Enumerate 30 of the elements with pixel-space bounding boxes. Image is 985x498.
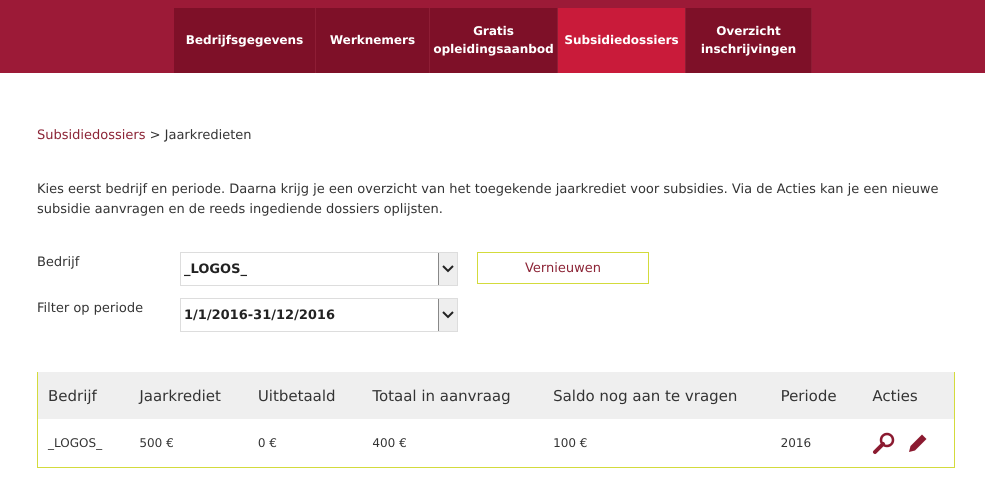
column-header: Jaarkrediet (129, 372, 248, 419)
column-header: Saldo nog aan te vragen (543, 372, 771, 419)
breadcrumb-link[interactable]: Subsidiedossiers (37, 128, 146, 143)
nav-tab[interactable]: Subsidiedossiers (558, 8, 686, 73)
search-icon[interactable] (872, 431, 896, 455)
nav-tab[interactable]: Gratis opleidingsaanbod (430, 8, 558, 73)
column-header: Bedrijf (38, 372, 130, 419)
nav-tab[interactable]: Werknemers (316, 8, 430, 73)
period-select[interactable]: 1/1/2016-31/12/2016 (180, 298, 458, 332)
table-cell: 100 € (543, 419, 771, 468)
column-header: Uitbetaald (248, 372, 362, 419)
table-cell: 500 € (129, 419, 248, 468)
nav-tab[interactable]: Bedrijfsgegevens (174, 8, 316, 73)
company-select[interactable]: _LOGOS_ (180, 252, 458, 286)
column-header: Periode (770, 372, 862, 419)
table-cell: _LOGOS_ (38, 419, 130, 468)
chevron-icon (438, 253, 457, 285)
table-cell: 0 € (248, 419, 362, 468)
chevron-icon (438, 299, 457, 331)
breadcrumb-current: Jaarkredieten (164, 128, 252, 143)
breadcrumb-separator: > (150, 128, 161, 143)
table-cell: 2016 (770, 419, 862, 468)
field-label: Bedrijf (37, 254, 81, 270)
nav-tab[interactable]: Overzicht inschrijvingen (686, 8, 812, 73)
column-header: Acties (862, 372, 954, 419)
field-label: Filter op periode (37, 300, 144, 316)
intro-text: Kies eerst bedrijf en periode. Daarna krijg je een overzicht van het toegekende jaarkrediet voor subsidies. Via de Acties kan je een nieuwe subsidie aanvragen en de reeds ingediende dossiers oplijsten. (37, 181, 940, 219)
column-header: Totaal in aanvraag (362, 372, 544, 419)
refresh-button[interactable]: Vernieuwen (477, 252, 649, 284)
table-cell: 400 € (362, 419, 544, 468)
